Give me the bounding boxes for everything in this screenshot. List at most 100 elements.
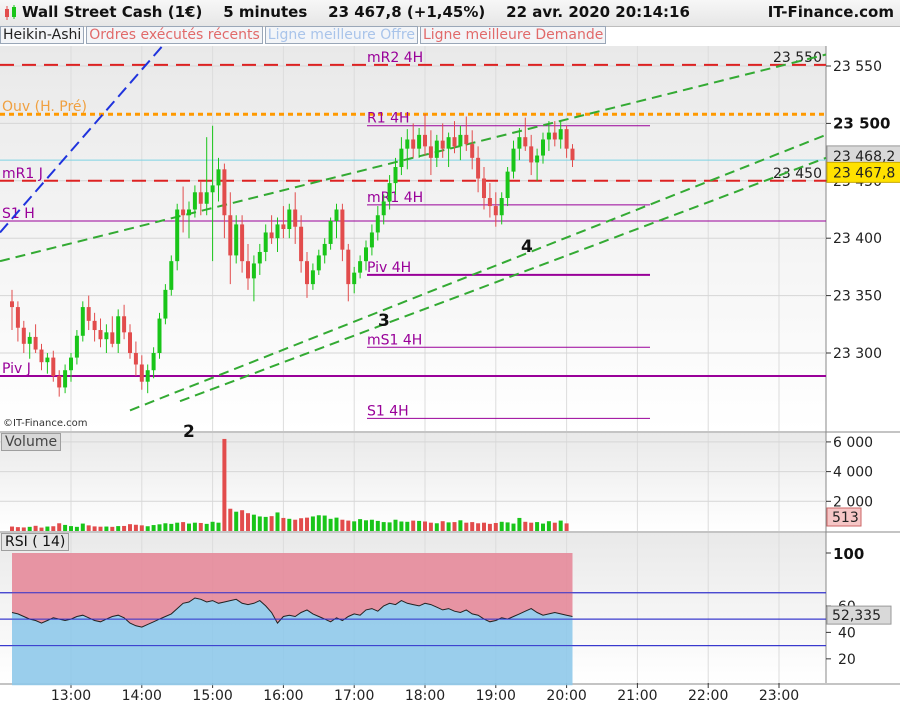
candle-body	[352, 272, 357, 285]
volume-panel-background	[0, 433, 826, 531]
candle-body	[287, 209, 292, 230]
candlestick-logo-icon	[5, 5, 16, 20]
volume-bar	[69, 526, 73, 531]
level-value-label: 23 450	[773, 166, 822, 182]
candle-body	[133, 353, 138, 365]
volume-bar	[198, 522, 203, 531]
volume-bar	[352, 521, 357, 531]
volume-bar	[482, 522, 486, 531]
volume-bar	[222, 438, 227, 531]
trendline-upper	[0, 53, 827, 263]
candle-body	[110, 332, 115, 344]
candle-body	[523, 137, 528, 147]
volume-last-label: 513	[832, 510, 859, 526]
candle-body	[187, 209, 191, 216]
candle-body	[263, 232, 268, 252]
volume-bar	[487, 523, 492, 531]
volume-bar	[257, 516, 262, 531]
volume-bar	[98, 526, 103, 531]
x-tick-label: 16:00	[263, 688, 303, 704]
candle-body	[51, 357, 56, 376]
level-label: mR1 J	[2, 166, 43, 182]
volume-bar	[470, 522, 475, 531]
candle-body	[428, 146, 433, 158]
volume-bar	[517, 517, 522, 531]
candle-body	[458, 134, 463, 147]
volume-bar	[364, 520, 368, 531]
candle-body	[116, 316, 121, 344]
volume-bar	[452, 522, 457, 531]
candle-body	[364, 247, 368, 262]
candle-body	[411, 139, 416, 149]
instrument-name: Wall Street Cash (1€)	[22, 3, 203, 21]
volume-bar	[27, 526, 32, 531]
candle-body	[334, 209, 339, 221]
volume-bar	[210, 521, 215, 531]
volume-bar	[21, 527, 26, 531]
candle-body	[358, 261, 363, 273]
volume-bar	[234, 511, 239, 531]
candle-body	[546, 132, 551, 140]
volume-bar	[552, 522, 557, 531]
tab-best-demand-line[interactable]: Ligne meilleure Demande	[419, 26, 607, 44]
volume-bar	[340, 519, 345, 531]
bid-price-label: 23 467,8	[833, 165, 895, 181]
candle-body	[293, 209, 298, 227]
watermark: ©IT-Finance.com	[3, 418, 88, 429]
candle-body	[541, 139, 545, 156]
bid-price-box	[826, 161, 900, 183]
candle-body	[493, 206, 498, 216]
rsi-line	[11, 597, 573, 628]
candle-body	[210, 185, 215, 193]
candle-body	[269, 232, 274, 239]
price-chart[interactable]: 13:00 14:00 15:00 16:00 17:00 18:00 19:00 20:00…	[0, 0, 900, 707]
volume-bar	[10, 526, 14, 531]
tab-best-offer-line[interactable]: Ligne meilleure Offre	[264, 26, 418, 44]
volume-bar	[316, 515, 321, 531]
volume-bar	[116, 526, 121, 531]
volume-bar	[310, 516, 315, 531]
level-label: Piv J	[2, 361, 31, 377]
volume-bar	[322, 515, 327, 531]
wave-annotation: 3	[378, 311, 390, 331]
candle-body	[405, 139, 410, 149]
candle-body	[198, 192, 203, 204]
tab-recent-trades[interactable]: Ordres exécutés récents	[86, 26, 263, 44]
volume-panel-label: Volume	[1, 433, 62, 451]
volume-bar	[281, 517, 286, 531]
candle-body	[104, 332, 109, 340]
candle-body	[487, 198, 492, 207]
level-label: S1 H	[2, 206, 35, 222]
site-name[interactable]: IT-Finance.com	[768, 3, 894, 21]
volume-bar	[216, 522, 221, 531]
candle-body	[10, 301, 14, 308]
volume-bar	[204, 523, 209, 531]
candle-body	[440, 140, 445, 149]
volume-bar	[399, 521, 404, 531]
tab-heikin-ashi[interactable]: Heikin-Ashi	[0, 26, 85, 44]
candle-body	[393, 167, 398, 184]
volume-bar	[104, 526, 109, 531]
candle-body	[570, 148, 575, 161]
candle-body	[163, 289, 168, 319]
candle-body	[476, 157, 481, 179]
level-label: Ouv (H. Pré)	[2, 99, 87, 115]
volume-bar	[128, 524, 132, 531]
x-tick-label: 14:00	[122, 688, 162, 704]
volume-bar	[92, 526, 97, 531]
candle-body	[33, 336, 38, 350]
candle-body	[98, 330, 103, 340]
candle-body	[216, 169, 221, 186]
volume-bar	[423, 521, 427, 531]
volume-bar	[275, 512, 280, 531]
volume-bar	[535, 522, 540, 531]
volume-bar	[499, 521, 504, 531]
candle-body	[417, 134, 422, 149]
level-value-label: 23 550	[773, 50, 822, 66]
volume-bar	[346, 520, 351, 531]
volume-bar	[458, 520, 463, 531]
volume-bar	[434, 523, 439, 531]
candle-body	[470, 144, 475, 158]
candle-body	[151, 353, 156, 371]
candle-body	[446, 137, 451, 149]
